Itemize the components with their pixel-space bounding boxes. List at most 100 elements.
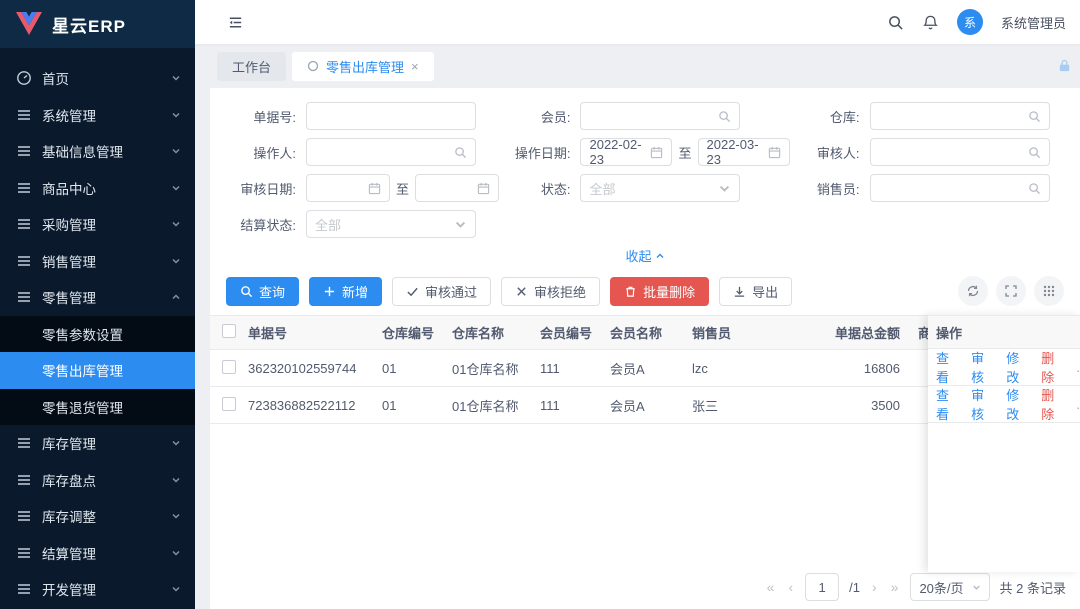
sidebar-item-dev[interactable]: 开发管理 bbox=[0, 571, 195, 608]
refresh-icon[interactable] bbox=[958, 276, 988, 306]
export-button[interactable]: 导出 bbox=[719, 277, 792, 306]
bill-no-input-field[interactable] bbox=[315, 109, 467, 124]
audit-date-from-field[interactable] bbox=[315, 181, 364, 196]
list-icon bbox=[16, 253, 32, 269]
warehouse-input[interactable] bbox=[870, 102, 1050, 130]
settle-status-select[interactable]: 全部 bbox=[306, 210, 476, 238]
view-link[interactable]: 查看 bbox=[936, 349, 960, 386]
row-checkbox[interactable] bbox=[222, 397, 236, 411]
search-icon[interactable] bbox=[887, 14, 904, 31]
field-label: 操作人: bbox=[226, 143, 306, 162]
audit-date-to[interactable] bbox=[415, 174, 499, 202]
button-label: 批量删除 bbox=[643, 282, 695, 301]
more-actions-clipped[interactable]: . bbox=[1076, 360, 1080, 375]
sidebar-item-purchase[interactable]: 采购管理 bbox=[0, 206, 195, 243]
operate-date-from[interactable]: 2022-02-23 bbox=[580, 138, 672, 166]
col-wh-code: 仓库编号 bbox=[378, 316, 448, 350]
field-label: 仓库: bbox=[790, 107, 870, 126]
calendar-icon bbox=[368, 182, 381, 195]
audit-date-to-field[interactable] bbox=[424, 181, 473, 196]
operator-input-field[interactable] bbox=[315, 145, 450, 160]
approve-button[interactable]: 审核通过 bbox=[392, 277, 491, 306]
sidebar-item-settle[interactable]: 结算管理 bbox=[0, 535, 195, 572]
next-page-icon[interactable]: › bbox=[870, 579, 879, 595]
operate-date-to[interactable]: 2022-03-23 bbox=[698, 138, 790, 166]
first-page-icon[interactable]: « bbox=[765, 579, 777, 595]
audit-link[interactable]: 审核 bbox=[971, 349, 995, 386]
prev-page-icon[interactable]: ‹ bbox=[786, 579, 795, 595]
add-button[interactable]: 新增 bbox=[309, 277, 382, 306]
select-value: 全部 bbox=[589, 179, 615, 198]
page-size-select[interactable]: 20条/页 bbox=[910, 573, 989, 601]
sidebar-item-stocktake[interactable]: 库存盘点 bbox=[0, 462, 195, 499]
list-icon bbox=[16, 435, 32, 451]
page-size-value: 20条/页 bbox=[919, 578, 963, 597]
reject-button[interactable]: 审核拒绝 bbox=[501, 277, 600, 306]
delete-link[interactable]: 删除 bbox=[1041, 349, 1065, 386]
sidebar-item-baseinfo[interactable]: 基础信息管理 bbox=[0, 133, 195, 170]
view-link[interactable]: 查看 bbox=[936, 386, 960, 423]
sidebar-item-sale[interactable]: 销售管理 bbox=[0, 243, 195, 280]
collapse-filters-link[interactable]: 收起 bbox=[625, 246, 664, 265]
member-input[interactable] bbox=[580, 102, 740, 130]
query-button[interactable]: 查询 bbox=[226, 277, 299, 306]
salesman-input[interactable] bbox=[870, 174, 1050, 202]
cell-wh-code: 01 bbox=[378, 350, 448, 387]
app-root: 星云ERP 首页 系统管理 基础信息管理 商品中心 bbox=[0, 0, 1080, 609]
sidebar-item-retail-return[interactable]: 零售退货管理 bbox=[0, 389, 195, 426]
salesman-input-field[interactable] bbox=[879, 181, 1024, 196]
audit-date-from[interactable] bbox=[306, 174, 390, 202]
dashboard-icon bbox=[16, 70, 32, 86]
audit-link[interactable]: 审核 bbox=[971, 386, 995, 423]
sidebar-item-system[interactable]: 系统管理 bbox=[0, 97, 195, 134]
edit-link[interactable]: 修改 bbox=[1006, 349, 1030, 386]
auditor-input-field[interactable] bbox=[879, 145, 1024, 160]
warehouse-input-field[interactable] bbox=[879, 109, 1024, 124]
cell-bill-no: 362320102559744 bbox=[244, 350, 378, 387]
sidebar-item-goods[interactable]: 商品中心 bbox=[0, 170, 195, 207]
status-select[interactable]: 全部 bbox=[580, 174, 740, 202]
batch-delete-button[interactable]: 批量删除 bbox=[610, 277, 709, 306]
logo: 星云ERP bbox=[0, 0, 195, 48]
bill-no-input[interactable] bbox=[306, 102, 476, 130]
sidebar-item-stock[interactable]: 库存管理 bbox=[0, 425, 195, 462]
last-page-icon[interactable]: » bbox=[889, 579, 901, 595]
menu-collapse-icon[interactable] bbox=[227, 14, 244, 31]
sidebar-item-retail-outbound[interactable]: 零售出库管理 bbox=[0, 352, 195, 389]
tab-retail-outbound[interactable]: 零售出库管理 × bbox=[292, 52, 434, 81]
app-logo-icon bbox=[16, 12, 42, 36]
filter-salesman: 销售员: bbox=[790, 174, 1065, 202]
list-icon bbox=[16, 508, 32, 524]
delete-link[interactable]: 删除 bbox=[1041, 386, 1065, 423]
more-actions-clipped[interactable]: . bbox=[1076, 397, 1080, 412]
bell-icon[interactable] bbox=[922, 14, 939, 31]
avatar[interactable]: 系 bbox=[957, 9, 983, 35]
sidebar-item-home[interactable]: 首页 bbox=[0, 60, 195, 97]
member-input-field[interactable] bbox=[589, 109, 714, 124]
list-icon bbox=[16, 472, 32, 488]
list-icon bbox=[16, 216, 32, 232]
table-row[interactable]: 723836882522112 01 01仓库名称 111 会员A 张三 350… bbox=[210, 387, 954, 424]
select-all-checkbox[interactable] bbox=[222, 324, 236, 338]
sidebar-item-retail[interactable]: 零售管理 bbox=[0, 279, 195, 316]
user-name[interactable]: 系统管理员 bbox=[1001, 13, 1066, 32]
search-icon bbox=[1028, 182, 1041, 195]
field-label: 状态: bbox=[500, 179, 580, 198]
edit-link[interactable]: 修改 bbox=[1006, 386, 1030, 423]
tab-workbench[interactable]: 工作台 bbox=[217, 52, 286, 81]
total-pages: /1 bbox=[849, 580, 860, 595]
sidebar-subitem-label: 零售参数设置 bbox=[42, 324, 123, 344]
lock-icon[interactable] bbox=[1057, 58, 1072, 73]
column-settings-icon[interactable] bbox=[1034, 276, 1064, 306]
current-page-input[interactable]: 1 bbox=[805, 573, 839, 601]
chevron-down-icon bbox=[171, 438, 181, 448]
close-icon[interactable]: × bbox=[411, 60, 419, 73]
operator-input[interactable] bbox=[306, 138, 476, 166]
filter-warehouse: 仓库: bbox=[790, 102, 1065, 130]
row-checkbox[interactable] bbox=[222, 360, 236, 374]
table-row[interactable]: 362320102559744 01 01仓库名称 111 会员A lzc 16… bbox=[210, 350, 954, 387]
sidebar-item-retail-params[interactable]: 零售参数设置 bbox=[0, 316, 195, 353]
sidebar-item-stockadjust[interactable]: 库存调整 bbox=[0, 498, 195, 535]
fullscreen-icon[interactable] bbox=[996, 276, 1026, 306]
auditor-input[interactable] bbox=[870, 138, 1050, 166]
